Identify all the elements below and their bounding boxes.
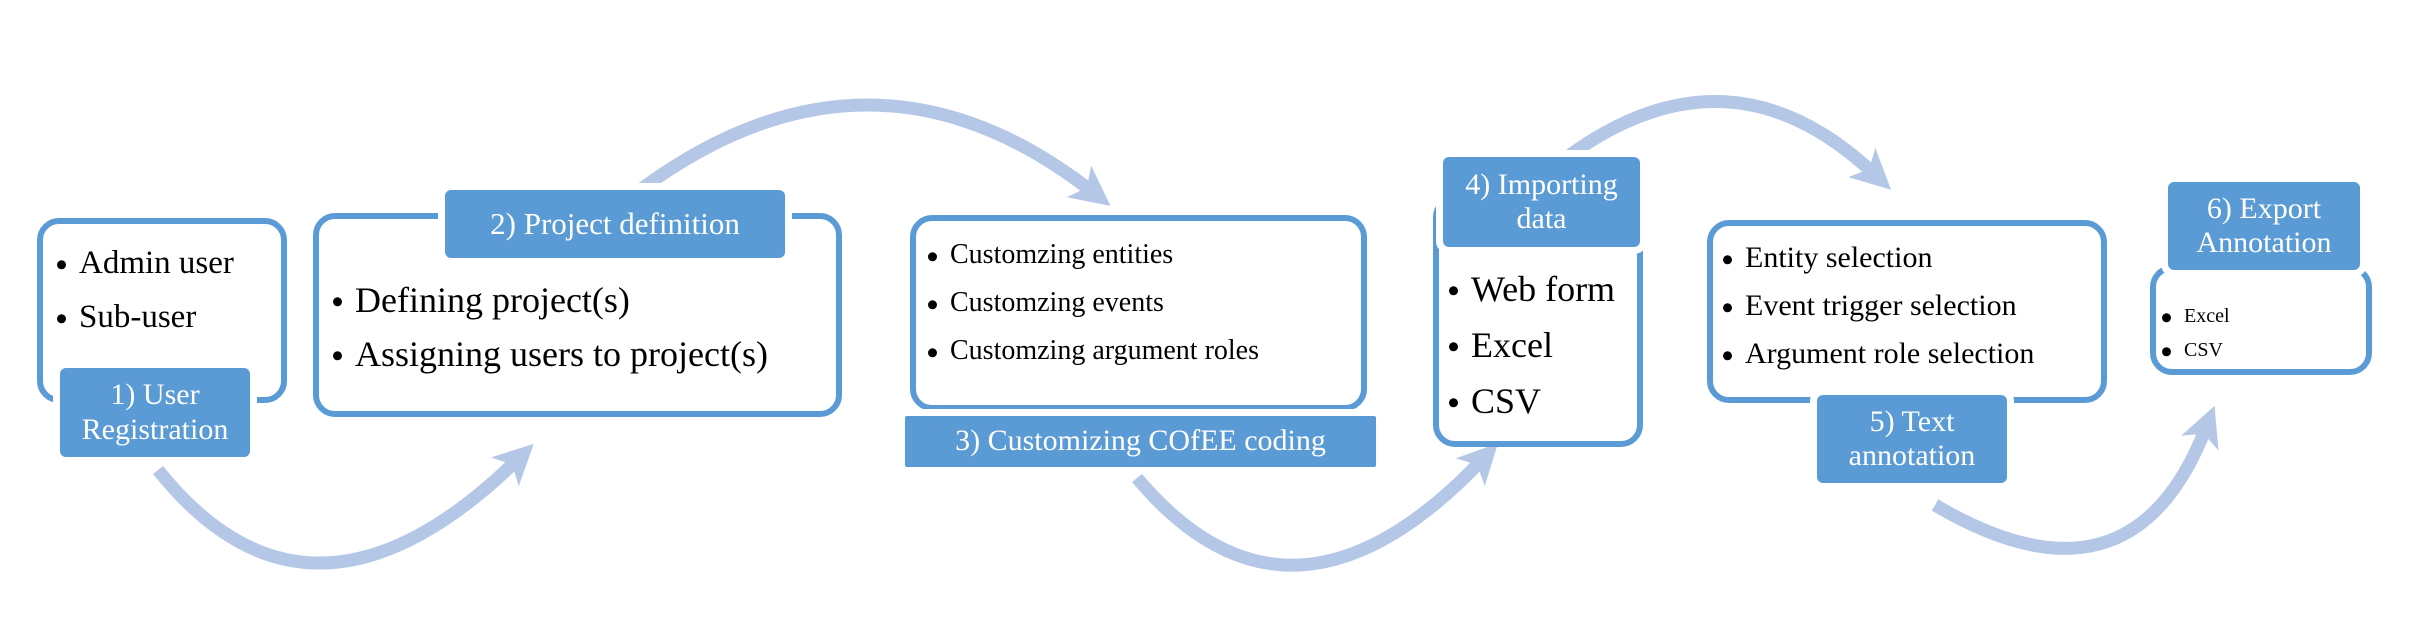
step-4-item: Excel xyxy=(1443,317,1637,373)
step-5-item: Argument role selection xyxy=(1717,330,2101,378)
step-6-label: 6) Export Annotation xyxy=(2168,182,2360,270)
step-5-item: Entity selection xyxy=(1717,234,2101,282)
step-2-item: Defining project(s) xyxy=(327,273,836,327)
step-1-item: Sub-user xyxy=(51,290,281,344)
step-6-box: Excel CSV xyxy=(2150,265,2372,375)
step-4-item: CSV xyxy=(1443,373,1637,429)
step-6-item: CSV xyxy=(2156,333,2366,367)
step-3-item: Customzing entities xyxy=(922,231,1361,279)
step-2-label: 2) Project definition xyxy=(445,190,785,258)
step-4-label: 4) Importing data xyxy=(1443,157,1640,247)
arrow-1-to-2 xyxy=(152,443,534,570)
step-3-box: Customzing entities Customzing events Cu… xyxy=(910,215,1367,411)
step-3-item: Customzing argument roles xyxy=(922,327,1361,375)
step-4-item: Web form xyxy=(1443,261,1637,317)
step-5-box: Entity selection Event trigger selection… xyxy=(1707,220,2107,403)
step-2-item: Assigning users to project(s) xyxy=(327,327,836,381)
step-1-item: Admin user xyxy=(51,236,281,290)
step-1-label: 1) User Registration xyxy=(60,368,250,457)
arrow-2-to-3 xyxy=(636,98,1111,206)
step-6-item: Excel xyxy=(2156,299,2366,333)
step-5-label: 5) Text annotation xyxy=(1817,395,2007,483)
arrow-3-to-4 xyxy=(1132,443,1499,572)
step-5-item: Event trigger selection xyxy=(1717,282,2101,330)
step-3-label: 3) Customizing COfEE coding xyxy=(905,416,1376,467)
step-3-item: Customzing events xyxy=(922,279,1361,327)
